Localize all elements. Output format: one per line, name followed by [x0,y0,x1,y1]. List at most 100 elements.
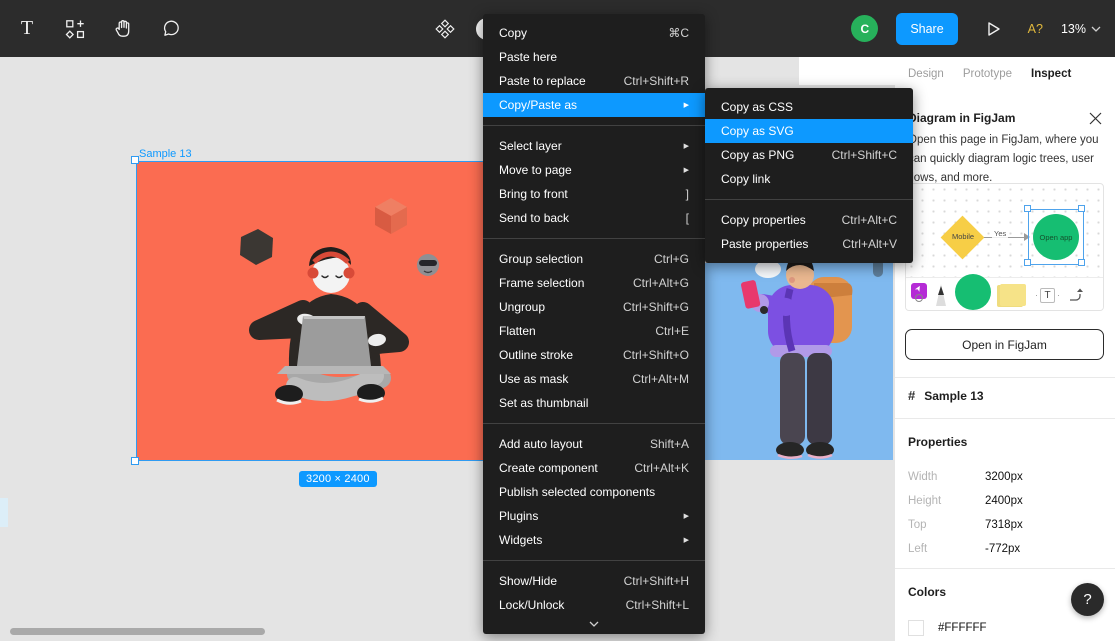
close-icon[interactable] [1089,112,1102,125]
menu-item-shortcut: Ctrl+Shift+G [623,300,689,314]
menu-item-shortcut: Ctrl+Shift+C [832,148,897,162]
menu-item-copy[interactable]: Copy⌘C [483,21,705,45]
property-row-top: Top7318px [908,513,1102,537]
property-label: Height [908,495,985,507]
share-button[interactable]: Share [896,13,957,45]
avatar[interactable]: C [851,15,878,42]
selection-handle-bottom-left[interactable] [131,457,139,465]
selected-layer-row[interactable]: # Sample 13 [908,388,984,403]
menu-item-label: Paste properties [721,237,808,251]
play-icon [984,20,1002,38]
accessibility-label[interactable]: A? [1028,22,1043,36]
help-button[interactable]: ? [1071,583,1104,616]
menu-item-label: Paste here [499,50,557,64]
menu-item-label: Select layer [499,139,562,153]
menu-item-copy-properties[interactable]: Copy properties Ctrl+Alt+C [705,208,913,232]
menu-item-copy-as-png[interactable]: Copy as PNG Ctrl+Shift+C [705,143,913,167]
menu-item-label: Paste to replace [499,74,586,88]
figjam-card-description: Open this page in FigJam, where you can … [895,131,1115,188]
figjam-edge-label: Yes [992,229,1008,238]
menu-item-shortcut: Ctrl+E [655,324,689,338]
property-value: -772px [985,543,1020,555]
menu-item-select-layer[interactable]: Select layer ▶ [483,134,705,158]
selected-frame-sample-13[interactable] [136,161,534,461]
figjam-handle-tr [1078,205,1085,212]
menu-item-label: Bring to front [499,187,568,201]
menu-item-lock-unlock[interactable]: Lock/UnlockCtrl+Shift+L [483,593,705,617]
present-button[interactable] [976,12,1010,46]
submenu-arrow-icon: ▶ [684,142,689,150]
menu-item-label: Plugins [499,509,538,523]
component-button[interactable] [428,12,462,46]
menu-item-paste-here[interactable]: Paste here [483,45,705,69]
figjam-preview: Mobile Yes Open app ·T· [905,183,1104,311]
menu-item-copy-paste-as[interactable]: Copy/Paste as▶ [483,93,705,117]
artboard-partial-left[interactable] [0,498,8,527]
menu-item-frame-selection[interactable]: Frame selectionCtrl+Alt+G [483,271,705,295]
menu-item-paste-properties[interactable]: Paste properties Ctrl+Alt+V [705,232,913,256]
menu-separator [705,199,913,200]
colors-heading: Colors [908,585,946,599]
menu-item-group-selection[interactable]: Group selectionCtrl+G [483,247,705,271]
menu-item-bring-to-front[interactable]: Bring to front] [483,182,705,206]
color-swatch[interactable] [908,620,924,636]
inspect-panel: DesignPrototypeInspect Diagram in FigJam… [895,57,1115,641]
tab-design[interactable]: Design [908,68,944,80]
submenu-arrow-icon: ▶ [684,512,689,520]
menu-item-outline-stroke[interactable]: Outline strokeCtrl+Shift+O [483,343,705,367]
property-value: 3200px [985,471,1023,483]
menu-item-send-to-back[interactable]: Send to back[ [483,206,705,230]
menu-item-shortcut: Ctrl+Alt+V [842,237,897,251]
menu-item-use-as-mask[interactable]: Use as maskCtrl+Alt+M [483,367,705,391]
menu-item-show-hide[interactable]: Show/HideCtrl+Shift+H [483,569,705,593]
selection-handle-top-left[interactable] [131,156,139,164]
hand-tool-icon [113,18,134,39]
zoom-menu[interactable]: 13% [1061,22,1101,36]
menu-separator [483,560,705,561]
menu-item-move-to-page[interactable]: Move to page▶ [483,158,705,182]
frame-icon: # [908,388,915,403]
properties-heading: Properties [908,435,967,449]
menu-item-shortcut: Ctrl+Alt+C [842,213,897,227]
menu-item-copy-link[interactable]: Copy link [705,167,913,191]
menu-item-publish-selected-components[interactable]: Publish selected components [483,480,705,504]
figjam-marker-icon [936,284,946,306]
menu-item-label: Copy as PNG [721,148,794,162]
menu-item-shortcut: Ctrl+Alt+G [633,276,689,290]
menu-item-add-auto-layout[interactable]: Add auto layoutShift+A [483,432,705,456]
text-tool-button[interactable]: T [10,12,44,46]
figjam-diamond-label: Mobile [939,232,987,241]
open-in-figjam-button[interactable]: Open in FigJam [905,329,1104,360]
figjam-hand-tool-icon [915,294,923,302]
menu-item-copy-as-css[interactable]: Copy as CSS [705,95,913,119]
menu-item-set-as-thumbnail[interactable]: Set as thumbnail [483,391,705,415]
tab-inspect[interactable]: Inspect [1031,68,1071,80]
menu-item-shortcut: Ctrl+Alt+K [634,461,689,475]
horizontal-scrollbar[interactable] [10,628,265,635]
property-label: Width [908,471,985,483]
chevron-down-icon [1091,26,1101,32]
menu-item-plugins[interactable]: Plugins ▶ [483,504,705,528]
property-value: 2400px [985,495,1023,507]
frame-title-sample-13[interactable]: Sample 13 [139,148,192,160]
menu-scroll-more[interactable] [483,617,705,627]
menu-item-widgets[interactable]: Widgets▶ [483,528,705,552]
insert-shapes-button[interactable] [58,12,92,46]
selected-layer-name: Sample 13 [924,389,983,403]
property-row-height: Height2400px [908,489,1102,513]
menu-item-create-component[interactable]: Create componentCtrl+Alt+K [483,456,705,480]
comment-icon [161,18,182,39]
menu-separator [483,238,705,239]
artboard-partial-top[interactable] [799,57,895,85]
menu-item-paste-to-replace[interactable]: Paste to replaceCtrl+Shift+R [483,69,705,93]
figjam-handle-bl [1024,259,1031,266]
comment-tool-button[interactable] [154,12,188,46]
menu-item-label: Copy properties [721,213,806,227]
figma-app: Sample 13 [0,0,1115,641]
tab-prototype[interactable]: Prototype [963,68,1012,80]
menu-item-copy-as-svg[interactable]: Copy as SVG [705,119,913,143]
hand-tool-button[interactable] [106,12,140,46]
menu-item-ungroup[interactable]: UngroupCtrl+Shift+G [483,295,705,319]
menu-item-flatten[interactable]: FlattenCtrl+E [483,319,705,343]
figjam-handle-tl [1024,205,1031,212]
